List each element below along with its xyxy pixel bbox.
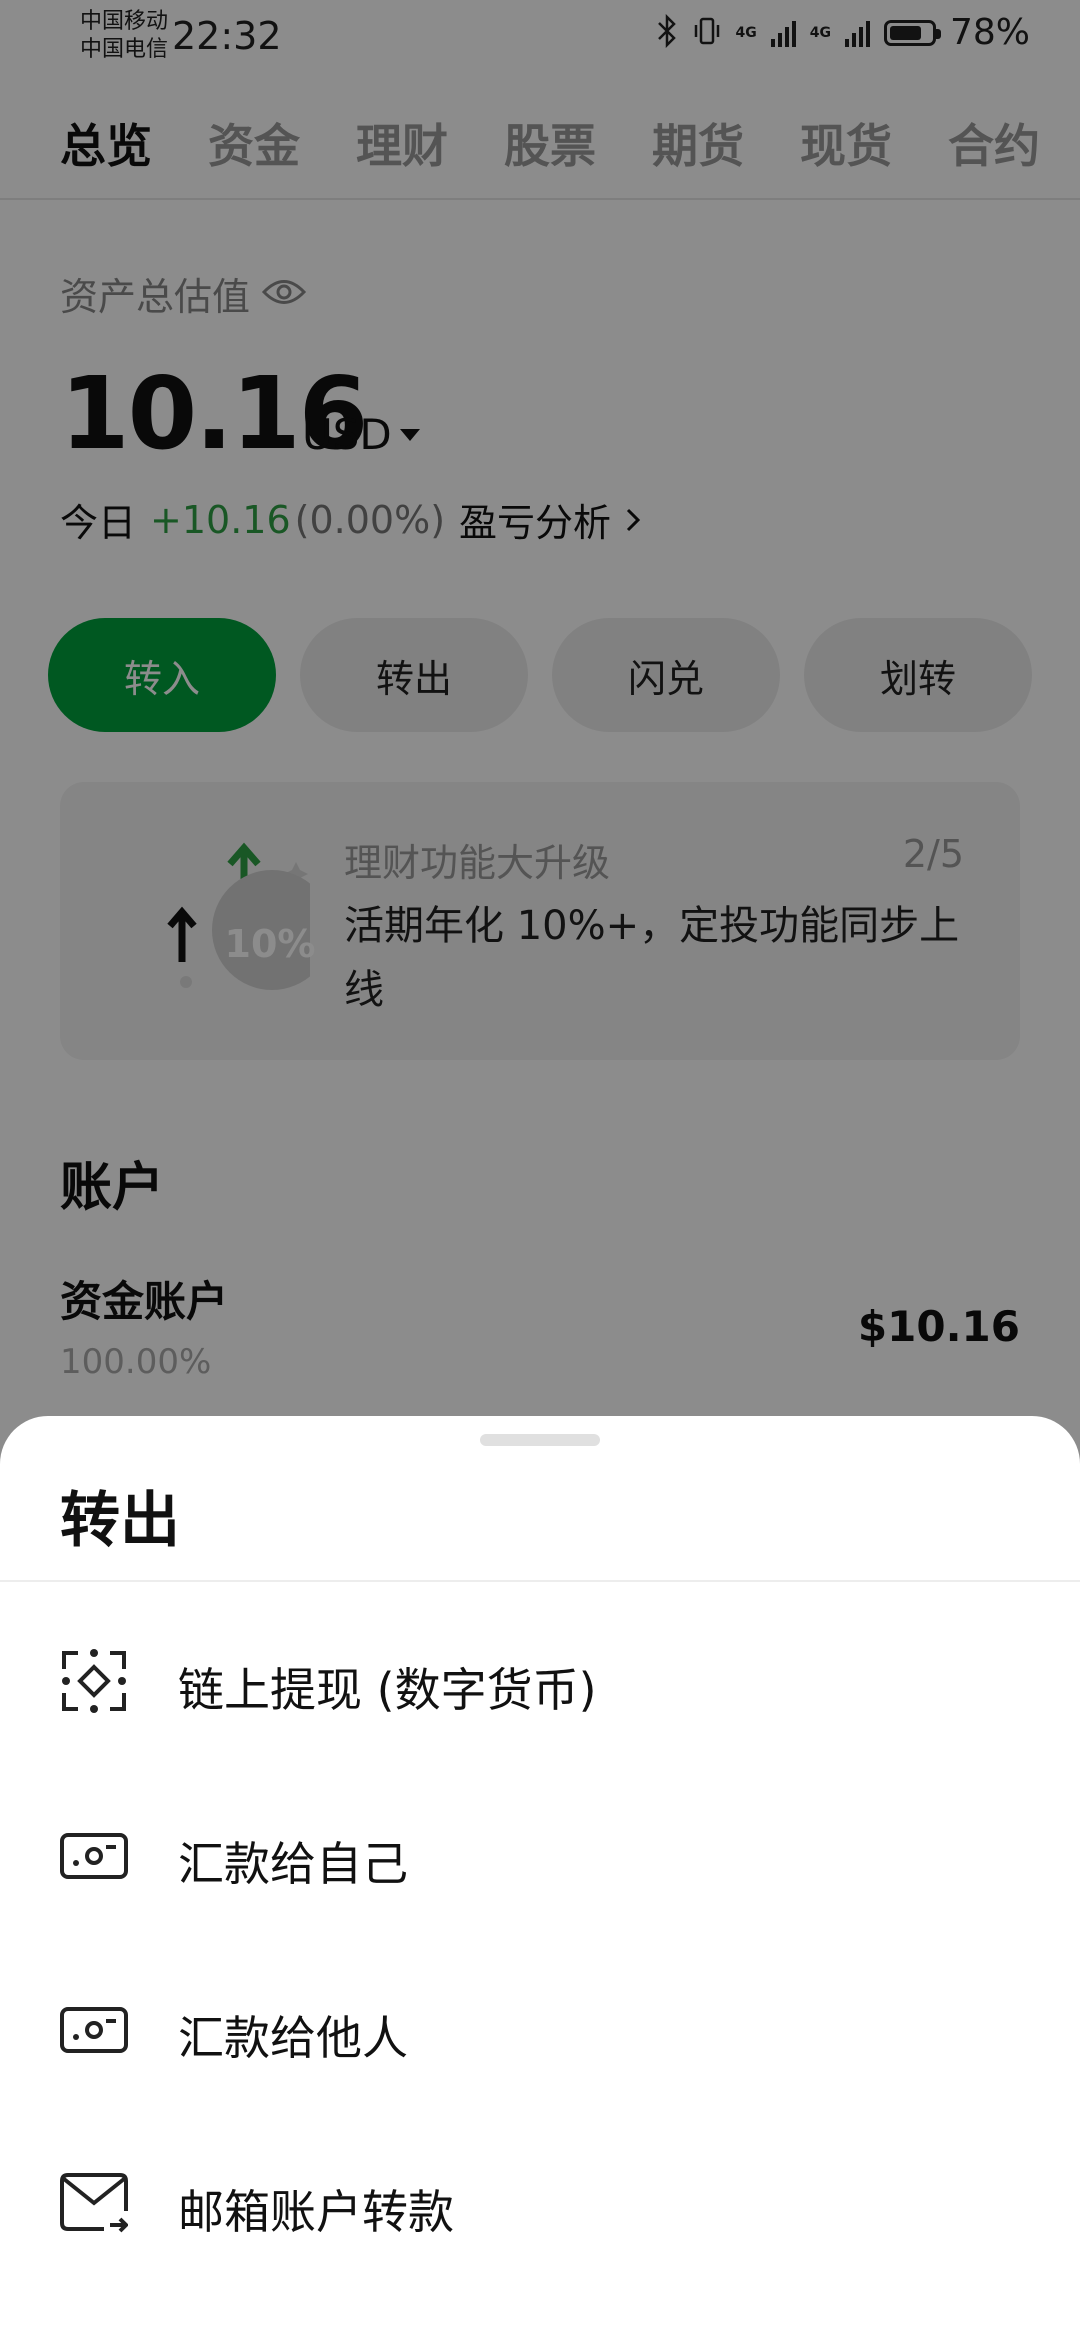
remit-others-label: 汇款给他人 — [178, 2011, 408, 2065]
mail-transfer-icon — [60, 2173, 128, 2233]
onchain-withdraw-option[interactable]: 链上提现 (数字货币) — [0, 1596, 1080, 1766]
withdraw-bottom-sheet: 转出 链上提现 (数字货币) 汇款给自己 汇款给他人 邮箱账户转款 — [0, 1416, 1080, 2340]
cash-icon — [60, 2007, 128, 2053]
onchain-icon — [62, 1649, 126, 1713]
onchain-withdraw-label: 链上提现 (数字货币) — [178, 1663, 597, 1717]
remit-self-option[interactable]: 汇款给自己 — [0, 1770, 1080, 1940]
cash-icon — [60, 1833, 128, 1879]
email-transfer-label: 邮箱账户转款 — [178, 2185, 454, 2239]
email-transfer-option[interactable]: 邮箱账户转款 — [0, 2118, 1080, 2288]
sheet-title: 转出 — [60, 1486, 180, 1556]
sheet-divider — [0, 1580, 1080, 1582]
sheet-drag-handle[interactable] — [480, 1434, 600, 1446]
remit-others-option[interactable]: 汇款给他人 — [0, 1944, 1080, 2114]
remit-self-label: 汇款给自己 — [178, 1837, 408, 1891]
